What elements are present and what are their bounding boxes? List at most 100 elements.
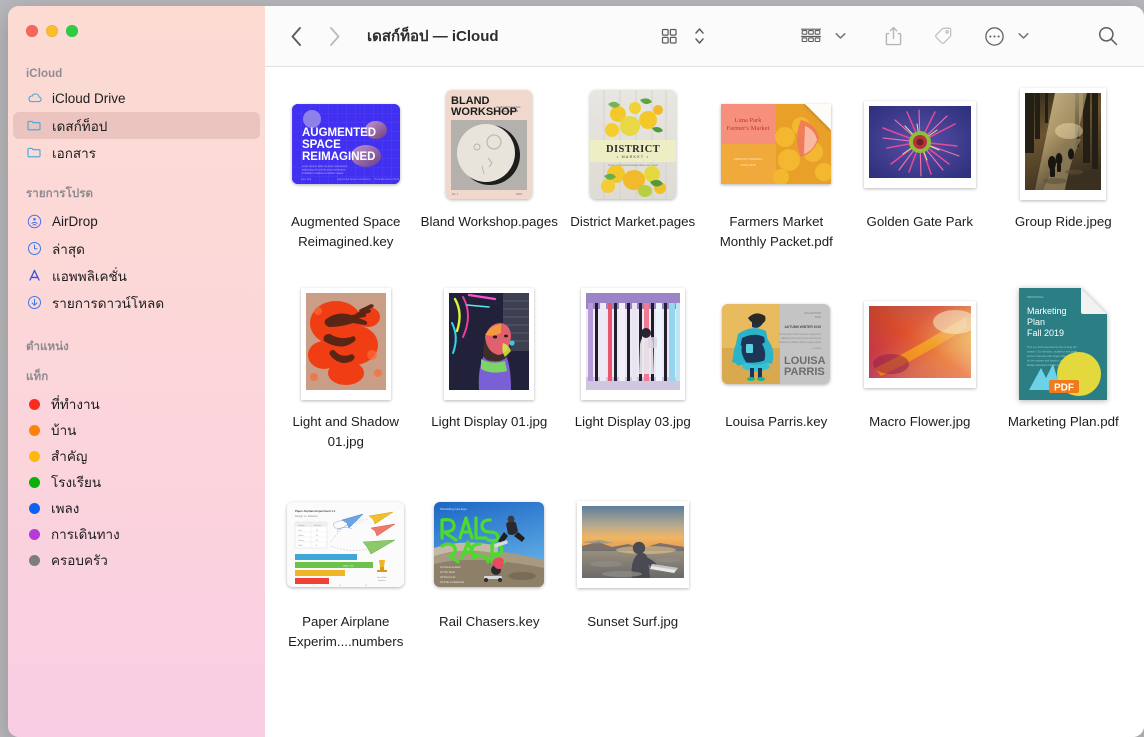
file-item[interactable]: Macro Flower.jpg [848,281,992,481]
page-fold-corner [805,104,831,130]
sidebar-tag-important[interactable]: สำคัญ [13,443,260,469]
svg-text:Farmer's Market: Farmer's Market [727,125,770,132]
svg-text:Lorem ipsum dolor sit amet con: Lorem ipsum dolor sit amet consectetur [779,333,821,336]
sidebar-item-label: AirDrop [52,214,98,229]
file-item[interactable]: Light Display 03.jpg [561,281,705,481]
file-name: Golden Gate Park [851,212,989,232]
sidebar-tag-school[interactable]: โรงเรียน [13,469,260,495]
file-thumbnail: PROPOSAL Marketing Plan Fall 2019 This i… [999,285,1127,403]
svg-text:Glider: Glider [298,534,304,537]
sidebar-tag-label: ครอบครัว [51,549,108,571]
file-thumbnail [425,285,553,403]
file-item[interactable]: Luna Park Farmer's Market VENDOR OUTREAC… [705,81,849,281]
zoom-button[interactable] [66,25,78,37]
group-by-chevron[interactable] [832,22,849,50]
svg-text:Marketing: Marketing [1027,306,1067,316]
svg-text:01 Documentation: 01 Documentation [440,565,462,569]
close-button[interactable] [26,25,38,37]
file-thumbnail [856,285,984,403]
sidebar-item-icloud-drive[interactable]: iCloud Drive [13,85,260,112]
file-grid-area[interactable]: AUGMENTED SPACE REIMAGINED Lorem ipsum d… [265,67,1144,737]
sidebar-section-locations-header: ตำแหน่ง [8,338,265,361]
sidebar-tag-home[interactable]: บ้าน [13,417,260,443]
svg-text:APRIL 2019: APRIL 2019 [741,163,756,167]
clock-icon [26,240,43,257]
tag-color-dot [29,451,40,462]
file-name: Farmers Market Monthly Packet.pdf [707,212,845,252]
forward-button[interactable] [323,23,345,49]
sidebar-item-label: แอพพลิเคชั่น [52,265,127,287]
sidebar-item-downloads[interactable]: รายการดาวน์โหลด [13,289,260,316]
sidebar-item-desktop[interactable]: เดสก์ท็อป [13,112,260,139]
file-thumbnail: COLLECTION SS19 AUTUMN WINTER 2019 Lorem… [712,285,840,403]
sidebar-tag-music[interactable]: เพลง [13,495,260,521]
svg-text:REIMAGINED: REIMAGINED [302,151,375,163]
search-button[interactable] [1094,22,1122,50]
more-actions-control[interactable] [981,22,1032,50]
file-item[interactable]: AUGMENTED SPACE REIMAGINED Lorem ipsum d… [274,81,418,281]
file-name: District Market.pages [564,212,702,232]
window-controls [26,25,78,37]
svg-text:Lorem ipsum dolor sit amet con: Lorem ipsum dolor sit amet consectetur [302,164,348,168]
tag-color-dot [29,477,40,488]
group-by-control[interactable] [797,22,849,50]
svg-text:03 Shred List: 03 Shred List [440,575,456,579]
file-item[interactable]: COLLECTION SS19 AUTUMN WINTER 2019 Lorem… [705,281,849,481]
file-item[interactable]: Group Ride.jpeg [992,81,1136,281]
folder-icon [26,117,43,134]
view-controls [657,22,709,50]
svg-text:Augmented Space Conceptions: Augmented Space Conceptions [337,178,371,181]
folder-icon [26,144,43,161]
sidebar-section-icloud-header: iCloud [8,68,265,85]
file-thumbnail: BLAND WORKSHOP Handmade Ceramics — by So… [425,85,553,203]
file-thumbnail [282,285,410,403]
file-item[interactable]: Light Display 01.jpg [418,281,562,481]
group-by-button[interactable] [797,22,825,50]
svg-text:Best Glide: Best Glide [378,576,388,579]
window-title: เดสก์ท็อป — iCloud [367,24,499,48]
file-thumbnail [856,85,984,203]
svg-text:SS19: SS19 [815,315,822,319]
more-actions-chevron[interactable] [1015,22,1032,50]
sidebar-item-applications[interactable]: แอพพลิเคชั่น [13,262,260,289]
file-item[interactable]: DISTRICT • MARKET • Fresh, local and sea… [561,81,705,281]
svg-text:Dart: Dart [298,529,302,532]
back-button[interactable] [285,23,307,49]
file-thumbnail [999,85,1127,203]
file-item[interactable]: Golden Gate Park [848,81,992,281]
file-name: Light and Shadow 01.jpg [277,412,415,452]
file-thumbnail: Luna Park Farmer's Market VENDOR OUTREAC… [712,85,840,203]
file-item[interactable]: Shredding.cool.logo [418,481,562,681]
more-actions-button[interactable] [981,22,1008,50]
sidebar-tag-label: โรงเรียน [51,471,101,493]
file-item[interactable]: Light and Shadow 01.jpg [274,281,418,481]
file-item[interactable]: PROPOSAL Marketing Plan Fall 2019 This i… [992,281,1136,481]
sidebar-tag-travel[interactable]: การเดินทาง [13,521,260,547]
view-options-stepper[interactable] [690,22,709,50]
svg-text:Plan: Plan [1027,317,1045,327]
share-button[interactable] [882,22,905,50]
sidebar-tag-label: สำคัญ [51,445,87,467]
svg-text:Dist (m): Dist (m) [314,524,322,527]
file-name: Louisa Parris.key [707,412,845,432]
svg-text:adipiscing elit sed do eiusmod: adipiscing elit sed do eiusmod tempor [781,337,821,340]
sidebar-item-label: iCloud Drive [52,91,126,106]
file-item[interactable]: Paper Airplane Experiment 1.1 Design vs.… [274,481,418,681]
file-name: Light Display 03.jpg [564,412,702,432]
sidebar-tag-work[interactable]: ที่ทำงาน [13,391,260,417]
sidebar-scroll: iCloud iCloud Drive เดสก์ท็อป เอกสาร [8,6,265,573]
sidebar-item-airdrop[interactable]: AirDrop [13,208,260,235]
sidebar-item-recents[interactable]: ล่าสุด [13,235,260,262]
icon-view-button[interactable] [657,22,681,50]
sidebar-tag-label: ที่ทำงาน [51,393,100,415]
sidebar-tag-family[interactable]: ครอบครัว [13,547,260,573]
file-item[interactable]: Sunset Surf.jpg [561,481,705,681]
sidebar-item-documents[interactable]: เอกสาร [13,139,260,166]
minimize-button[interactable] [46,25,58,37]
file-name: Macro Flower.jpg [851,412,989,432]
sidebar: iCloud iCloud Drive เดสก์ท็อป เอกสาร [8,6,265,737]
file-item[interactable]: BLAND WORKSHOP Handmade Ceramics — by So… [418,81,562,281]
svg-text:season. Our direction, audienc: season. Our direction, audience and goal… [1027,350,1078,354]
svg-text:COLLECTION: COLLECTION [805,311,822,315]
tag-button[interactable] [930,22,956,50]
